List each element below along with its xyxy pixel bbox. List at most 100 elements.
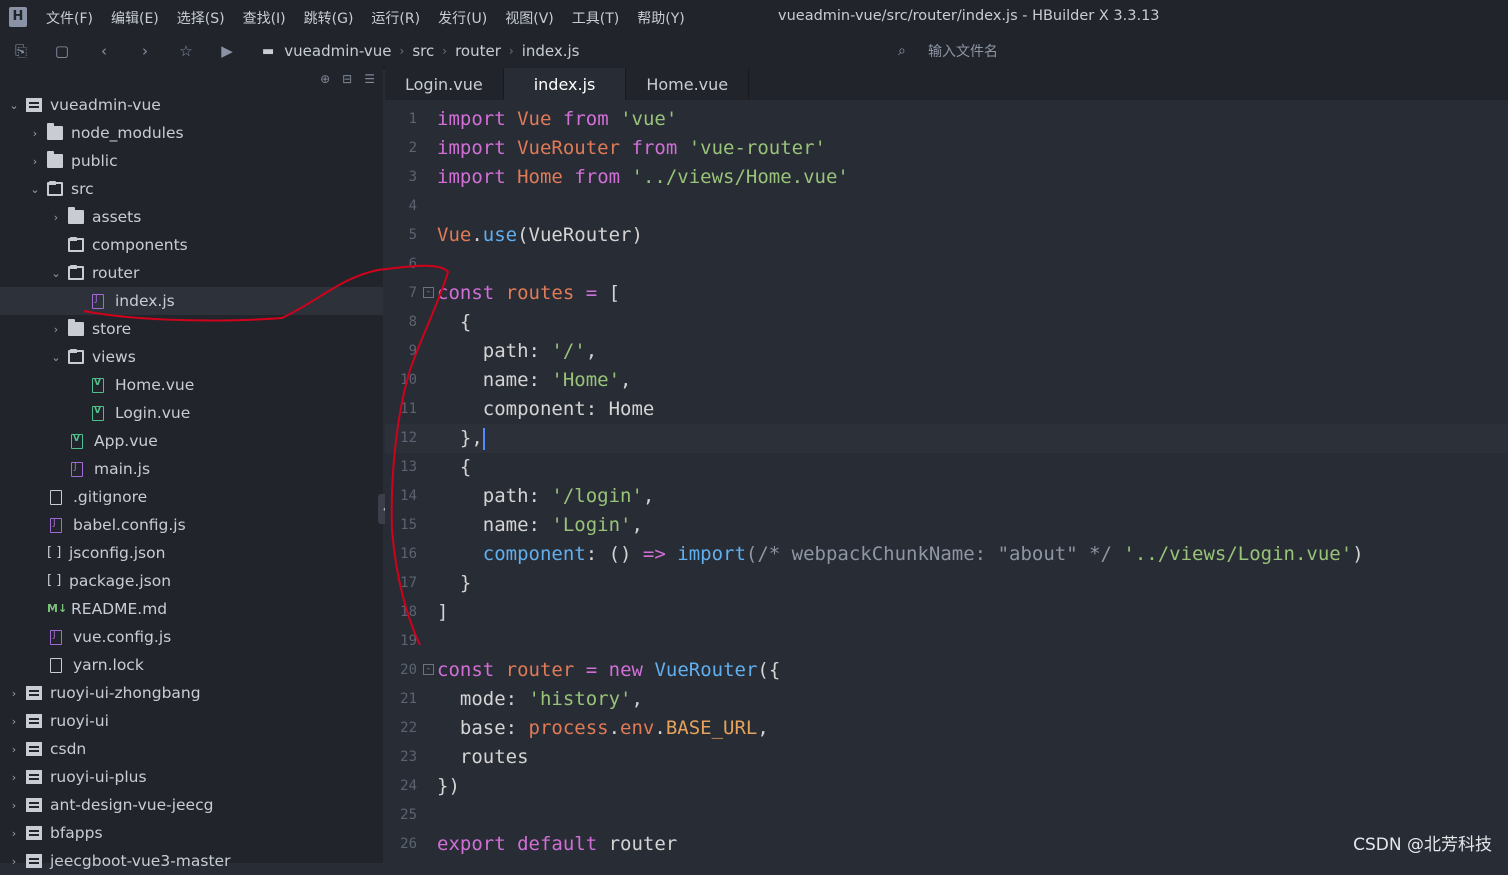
code-editor[interactable]: 1 import Vue from 'vue' 2 import VueRouter … <box>385 100 1508 863</box>
fold-toggle-icon[interactable]: - <box>423 664 434 675</box>
tree-item[interactable]: ⌄ vueadmin-vue <box>0 91 383 119</box>
tree-item[interactable]: › ruoyi-ui <box>0 707 383 735</box>
breadcrumb-item[interactable]: router <box>455 42 501 60</box>
editor-tab[interactable]: Home.vue <box>626 68 750 100</box>
tree-item[interactable]: README.md <box>0 595 383 623</box>
code-line[interactable]: 21 mode: 'history', <box>385 685 1508 714</box>
tree-item[interactable]: Home.vue <box>0 371 383 399</box>
tree-item[interactable]: ⌄ router <box>0 259 383 287</box>
code-line[interactable]: 11 component: Home <box>385 395 1508 424</box>
back-icon[interactable]: ‹ <box>95 42 113 60</box>
chevron-right-icon[interactable]: › <box>8 827 20 840</box>
code-line[interactable]: 4 <box>385 192 1508 221</box>
star-icon[interactable]: ☆ <box>177 42 195 60</box>
breadcrumb-item[interactable]: src <box>412 42 434 60</box>
chevron-right-icon[interactable]: › <box>29 127 41 140</box>
tree-item[interactable]: Login.vue <box>0 399 383 427</box>
fold-toggle-icon[interactable]: - <box>423 287 434 298</box>
tree-item[interactable]: main.js <box>0 455 383 483</box>
tree-item[interactable]: index.js <box>0 287 383 315</box>
tree-item[interactable]: › ruoyi-ui-plus <box>0 763 383 791</box>
code-line[interactable]: 18] <box>385 598 1508 627</box>
breadcrumb-item[interactable]: vueadmin-vue <box>284 42 391 60</box>
tree-item[interactable]: jsconfig.json <box>0 539 383 567</box>
tree-item[interactable]: components <box>0 231 383 259</box>
code-line[interactable]: 26 export default router <box>385 830 1508 859</box>
save-icon[interactable]: ▢ <box>53 42 71 60</box>
code-line[interactable]: 16 component: () => import(/* webpackChu… <box>385 540 1508 569</box>
collapse-all-icon[interactable]: ⊟ <box>342 72 352 86</box>
tree-item[interactable]: › ruoyi-ui-zhongbang <box>0 679 383 707</box>
chevron-right-icon[interactable]: › <box>8 799 20 812</box>
file-search[interactable]: ⌕ 输入文件名 <box>898 40 1488 62</box>
explorer-menu-icon[interactable]: ☰ <box>364 72 375 86</box>
code-line[interactable]: 8 { <box>385 308 1508 337</box>
tree-item[interactable]: yarn.lock <box>0 651 383 679</box>
menu-item[interactable]: 帮助(Y) <box>637 8 684 28</box>
code-line[interactable]: 5 Vue.use(VueRouter) <box>385 221 1508 250</box>
code-line[interactable]: 14 path: '/login', <box>385 482 1508 511</box>
code-line[interactable]: 19 <box>385 627 1508 656</box>
code-line[interactable]: 2 import VueRouter from 'vue-router' <box>385 134 1508 163</box>
code-line[interactable]: 17 } <box>385 569 1508 598</box>
menu-item[interactable]: 选择(S) <box>177 8 225 28</box>
code-line[interactable]: 22 base: process.env.BASE_URL, <box>385 714 1508 743</box>
tree-item[interactable]: .gitignore <box>0 483 383 511</box>
chevron-down-icon[interactable]: ⌄ <box>29 183 41 196</box>
chevron-right-icon[interactable]: › <box>8 687 20 700</box>
tree-item[interactable]: ⌄ src <box>0 175 383 203</box>
code-line[interactable]: 7- const routes = [ <box>385 279 1508 308</box>
code-line[interactable]: 15 name: 'Login', <box>385 511 1508 540</box>
tree-item[interactable]: package.json <box>0 567 383 595</box>
chevron-right-icon[interactable]: › <box>8 715 20 728</box>
menu-item[interactable]: 文件(F) <box>46 8 93 28</box>
menu-item[interactable]: 发行(U) <box>438 8 487 28</box>
editor-tab[interactable]: index.js <box>503 68 627 100</box>
tree-item[interactable]: ⌄ views <box>0 343 383 371</box>
chevron-right-icon[interactable]: › <box>50 323 62 336</box>
chevron-right-icon[interactable]: › <box>8 855 20 868</box>
code-line[interactable]: 6 <box>385 250 1508 279</box>
code-line[interactable]: 23 routes <box>385 743 1508 772</box>
tree-item[interactable]: › assets <box>0 203 383 231</box>
code-line[interactable]: 25 <box>385 801 1508 830</box>
tree-item[interactable]: › jeecgboot-vue3-master <box>0 847 383 875</box>
tree-item[interactable]: babel.config.js <box>0 511 383 539</box>
file-search-input[interactable]: 输入文件名 <box>928 41 998 61</box>
tree-item[interactable]: › store <box>0 315 383 343</box>
chevron-down-icon[interactable]: ⌄ <box>8 99 20 112</box>
code-line[interactable]: 12 }, <box>385 424 1508 453</box>
editor-tab[interactable]: Login.vue <box>385 68 504 100</box>
chevron-right-icon[interactable]: › <box>50 211 62 224</box>
chevron-down-icon[interactable]: ⌄ <box>50 267 62 280</box>
tree-item[interactable]: › bfapps <box>0 819 383 847</box>
tree-item[interactable]: › ant-design-vue-jeecg <box>0 791 383 819</box>
locate-icon[interactable]: ⊕ <box>320 72 330 86</box>
menu-item[interactable]: 工具(T) <box>572 8 619 28</box>
tree-item[interactable]: vue.config.js <box>0 623 383 651</box>
code-line[interactable]: 13 { <box>385 453 1508 482</box>
breadcrumb-item[interactable]: index.js <box>522 42 580 60</box>
menu-item[interactable]: 查找(I) <box>243 8 286 28</box>
chevron-right-icon[interactable]: › <box>29 155 41 168</box>
code-line[interactable]: 24}) <box>385 772 1508 801</box>
menu-item[interactable]: 运行(R) <box>371 8 420 28</box>
new-file-icon[interactable]: ⎘ <box>12 42 30 60</box>
tree-item[interactable]: App.vue <box>0 427 383 455</box>
run-icon[interactable]: ▶ <box>218 42 236 60</box>
menu-item[interactable]: 跳转(G) <box>304 8 354 28</box>
forward-icon[interactable]: › <box>136 42 154 60</box>
code-line[interactable]: 20- const router = new VueRouter({ <box>385 656 1508 685</box>
chevron-down-icon[interactable]: ⌄ <box>50 351 62 364</box>
tree-item[interactable]: › csdn <box>0 735 383 763</box>
tree-item[interactable]: › public <box>0 147 383 175</box>
chevron-right-icon[interactable]: › <box>8 771 20 784</box>
tree-item[interactable]: › node_modules <box>0 119 383 147</box>
menu-item[interactable]: 视图(V) <box>505 8 554 28</box>
code-line[interactable]: 1 import Vue from 'vue' <box>385 105 1508 134</box>
code-line[interactable]: 3 import Home from '../views/Home.vue' <box>385 163 1508 192</box>
code-line[interactable]: 10 name: 'Home', <box>385 366 1508 395</box>
code-line[interactable]: 9 path: '/', <box>385 337 1508 366</box>
menu-item[interactable]: 编辑(E) <box>111 8 159 28</box>
chevron-right-icon[interactable]: › <box>8 743 20 756</box>
